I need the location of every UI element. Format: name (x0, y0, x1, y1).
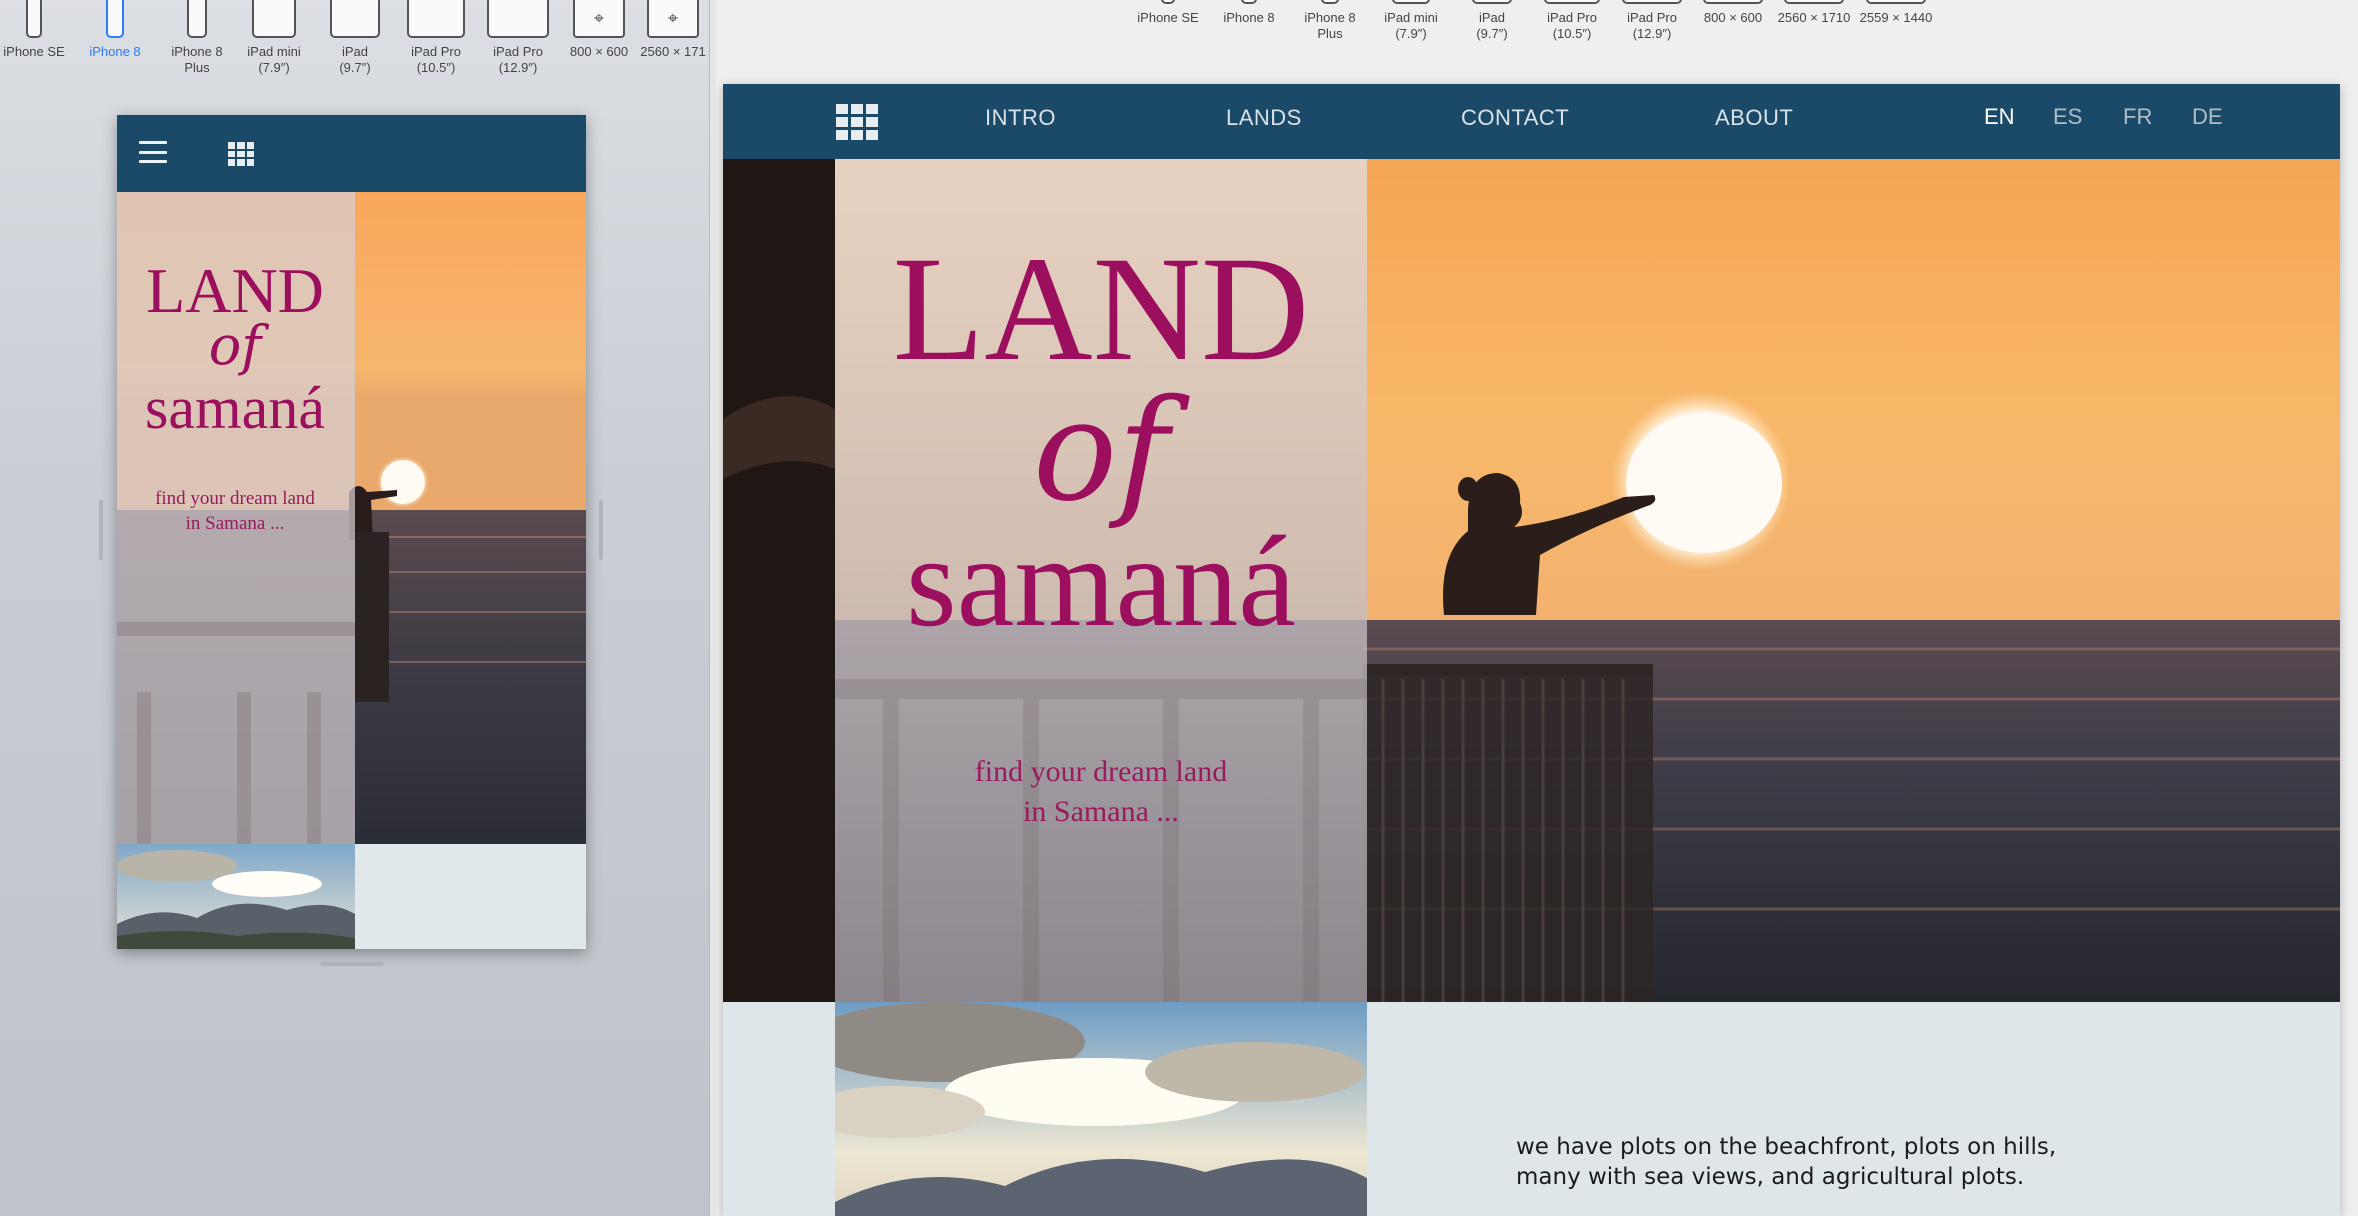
device-iphone-se[interactable]: iPhone SE (1128, 0, 1208, 42)
iphone-icon (1161, 0, 1175, 4)
device-iphone-8[interactable]: iPhone 8 (1208, 0, 1290, 42)
mobile-pale-panel (355, 844, 586, 949)
screen-icon (1703, 0, 1763, 4)
ipad-icon (252, 0, 296, 38)
device-iphone-8-plus[interactable]: iPhone 8 Plus (162, 0, 232, 76)
desktop-lower-section: we have plots on the beachfront, plots o… (723, 1002, 2340, 1216)
device-iphone-8-plus[interactable]: iPhone 8 Plus (1290, 0, 1370, 42)
device-iphone-se[interactable]: iPhone SE (0, 0, 68, 76)
desktop-navbar: INTRO LANDS CONTACT ABOUT EN ES FR DE (723, 84, 2340, 159)
hero-title-line3: samaná (906, 510, 1296, 654)
ipad-icon (487, 0, 549, 38)
iphone-icon (1321, 0, 1339, 4)
nav-contact[interactable]: CONTACT (1461, 105, 1569, 131)
device-2560[interactable]: ⌖ 2560 × 171 (640, 0, 706, 76)
scroll-indicator[interactable] (320, 962, 384, 966)
lang-fr[interactable]: FR (2123, 104, 2152, 130)
iphone-icon (106, 0, 124, 38)
ipad-icon (1544, 0, 1600, 4)
device-ipad-pro-10[interactable]: iPad Pro (10.5″) (1532, 0, 1612, 42)
desktop-preview: INTRO LANDS CONTACT ABOUT EN ES FR DE LA… (723, 84, 2340, 1216)
hero-title-line1: LAND (893, 226, 1310, 392)
device-ipad[interactable]: iPad (9.7″) (1452, 0, 1532, 42)
mobile-title-line2: of (209, 314, 270, 377)
lang-en[interactable]: EN (1984, 104, 2015, 130)
hamburger-menu-icon[interactable] (139, 141, 167, 163)
mobile-preview-pane: iPhone SE iPhone 8 iPhone 8 Plus iPad mi… (0, 0, 709, 1216)
ipad-icon (1622, 0, 1682, 4)
iphone-icon (26, 0, 42, 38)
hero-title-line2: of (1033, 370, 1190, 533)
device-2559x1440[interactable]: 2559 × 1440 (1854, 0, 1938, 42)
device-ipad-pro-12[interactable]: iPad Pro (12.9″) (1612, 0, 1692, 42)
device-toolbar-left: iPhone SE iPhone 8 iPhone 8 Plus iPad mi… (0, 0, 706, 76)
device-toolbar-right: iPhone SE iPhone 8 iPhone 8 Plus iPad mi… (1128, 0, 1938, 42)
mobile-hero: LAND of samaná find your dream land in S… (117, 192, 586, 844)
iphone-icon (187, 0, 207, 38)
screen-icon (1784, 0, 1844, 4)
iphone-icon (1241, 0, 1257, 4)
device-ipad-pro-10[interactable]: iPad Pro (10.5″) (394, 0, 478, 76)
device-ipad[interactable]: iPad (9.7″) (316, 0, 394, 76)
device-ipad-pro-12[interactable]: iPad Pro (12.9″) (478, 0, 558, 76)
hero-tagline-line2: in Samana ... (1023, 795, 1179, 828)
mobile-navbar (117, 115, 586, 192)
hero-tagline-line1: find your dream land (975, 755, 1227, 788)
compass-icon: ⌖ (573, 0, 625, 38)
device-iphone-8[interactable]: iPhone 8 (68, 0, 162, 76)
screen-icon (1866, 0, 1926, 4)
device-800x600[interactable]: 800 × 600 (1692, 0, 1774, 42)
iphone-preview: LAND of samaná find your dream land in S… (117, 115, 586, 949)
landscape-photo (835, 1002, 1367, 1216)
ipad-icon (407, 0, 465, 38)
lang-es[interactable]: ES (2053, 104, 2082, 130)
landscape-thumbnail (117, 844, 355, 949)
nav-about[interactable]: ABOUT (1715, 105, 1793, 131)
grid-menu-icon[interactable] (836, 104, 878, 140)
grid-menu-icon[interactable] (228, 142, 254, 166)
mobile-tagline-line2: in Samana ... (186, 513, 285, 534)
mobile-title-line3: samaná (145, 375, 325, 441)
nav-intro[interactable]: INTRO (985, 105, 1056, 131)
device-2560x1710[interactable]: 2560 × 1710 (1774, 0, 1854, 42)
compass-icon: ⌖ (647, 0, 699, 38)
mobile-tagline-line1: find your dream land (155, 488, 315, 509)
device-ipad-mini[interactable]: iPad mini (7.9″) (1370, 0, 1452, 42)
ipad-icon (1392, 0, 1430, 4)
lang-de[interactable]: DE (2192, 104, 2223, 130)
device-ipad-mini[interactable]: iPad mini (7.9″) (232, 0, 316, 76)
ipad-icon (1472, 0, 1512, 4)
lands-description: we have plots on the beachfront, plots o… (1516, 1134, 2057, 1190)
ipad-icon (330, 0, 380, 38)
nav-lands[interactable]: LANDS (1226, 105, 1302, 131)
resize-handle-right[interactable] (599, 500, 603, 560)
device-800x600[interactable]: ⌖ 800 × 600 (558, 0, 640, 76)
desktop-hero: LAND of samaná find your dream land in S… (723, 159, 2340, 1002)
mobile-lower-section (117, 844, 586, 949)
resize-handle-left[interactable] (99, 500, 103, 560)
